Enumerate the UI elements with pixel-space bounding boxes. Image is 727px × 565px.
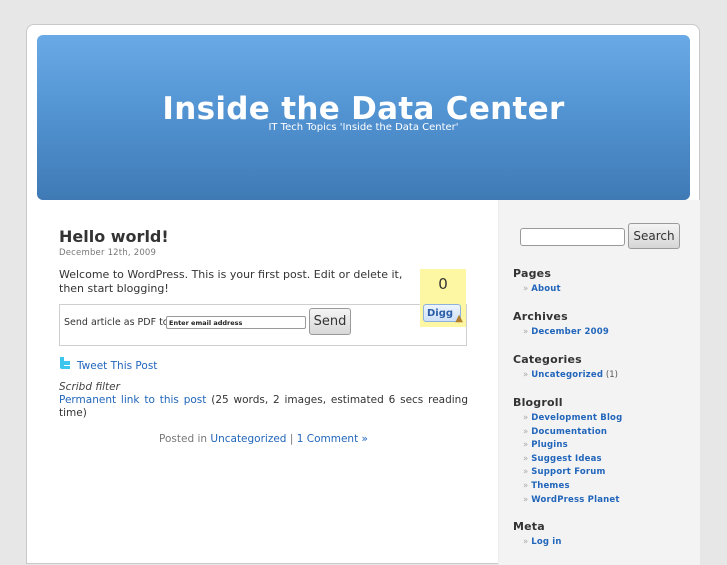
sidebar-link-uncategorized[interactable]: Uncategorized bbox=[531, 370, 603, 380]
sidebar-heading-archives: Archives bbox=[513, 310, 568, 323]
sidebar-item: » About bbox=[523, 283, 561, 297]
sidebar-list-archives: » December 2009 bbox=[523, 326, 609, 340]
bullet-icon: » bbox=[523, 370, 529, 380]
digg-shovel-icon: ▲ bbox=[455, 313, 463, 324]
category-link[interactable]: Uncategorized bbox=[210, 433, 286, 445]
search-button[interactable]: Search bbox=[628, 223, 680, 249]
sidebar-list-categories: » Uncategorized (1) bbox=[523, 369, 618, 383]
sidebar-item: » Suggest Ideas bbox=[523, 453, 622, 467]
sidebar-heading-blogroll: Blogroll bbox=[513, 396, 563, 409]
sidebar-item: » Log in bbox=[523, 536, 562, 550]
pdf-send-button[interactable]: Send bbox=[309, 308, 351, 335]
sidebar-item: » WordPress Planet bbox=[523, 494, 622, 508]
bullet-icon: » bbox=[523, 284, 529, 294]
sidebar-link-support-forum[interactable]: Support Forum bbox=[531, 467, 605, 477]
sidebar-link-plugins[interactable]: Plugins bbox=[531, 440, 568, 450]
sidebar-link-december-2009[interactable]: December 2009 bbox=[531, 327, 609, 337]
sidebar-heading-categories: Categories bbox=[513, 353, 582, 366]
sidebar-link-development-blog[interactable]: Development Blog bbox=[531, 413, 622, 423]
sidebar-item: » Support Forum bbox=[523, 466, 622, 480]
tweet-link[interactable]: Tweet This Post bbox=[77, 360, 157, 372]
sidebar-link-about[interactable]: About bbox=[531, 284, 561, 294]
sidebar-item: » Development Blog bbox=[523, 412, 622, 426]
post-meta: Posted in Uncategorized | 1 Comment » bbox=[59, 433, 468, 445]
sidebar-link-wordpress-planet[interactable]: WordPress Planet bbox=[531, 495, 619, 505]
bullet-icon: » bbox=[523, 537, 529, 547]
post-body: Welcome to WordPress. This is your first… bbox=[59, 268, 403, 295]
sidebar-heading-pages: Pages bbox=[513, 267, 552, 280]
post-title-link[interactable]: Hello world! bbox=[59, 227, 169, 246]
blog-header: Inside the Data Center IT Tech Topics 'I… bbox=[37, 35, 690, 200]
sidebar-list-blogroll: » Development Blog» Documentation» Plugins»… bbox=[523, 412, 622, 507]
digg-widget: 0 Digg ▲ bbox=[420, 269, 466, 327]
bullet-icon: » bbox=[523, 327, 529, 337]
post-date: December 12th, 2009 bbox=[59, 248, 157, 258]
digg-label: Digg bbox=[427, 308, 454, 319]
bullet-icon: » bbox=[523, 453, 529, 464]
bullet-icon: » bbox=[523, 467, 529, 478]
bullet-icon: » bbox=[523, 426, 529, 437]
permalink-line: Permanent link to this post (25 words, 2… bbox=[59, 394, 468, 420]
sidebar-link-documentation[interactable]: Documentation bbox=[531, 427, 607, 437]
digg-button[interactable]: Digg ▲ bbox=[423, 304, 463, 324]
twitter-icon bbox=[60, 357, 70, 369]
email-field[interactable] bbox=[166, 316, 306, 329]
posted-in-label: Posted in bbox=[159, 433, 208, 445]
sidebar-item-count: (1) bbox=[605, 370, 618, 380]
sidebar-item: » December 2009 bbox=[523, 326, 609, 340]
sidebar-item: » Documentation bbox=[523, 426, 622, 440]
bullet-icon: » bbox=[523, 413, 529, 423]
sidebar-link-log-in[interactable]: Log in bbox=[531, 537, 561, 547]
pdf-label: Send article as PDF to bbox=[64, 317, 169, 328]
permalink-link[interactable]: Permanent link to this post bbox=[59, 394, 206, 406]
sidebar-item: » Plugins bbox=[523, 439, 622, 453]
sidebar-heading-meta: Meta bbox=[513, 520, 545, 533]
sidebar-item: » Uncategorized (1) bbox=[523, 369, 618, 383]
search-input[interactable] bbox=[520, 228, 625, 246]
comments-link[interactable]: 1 Comment » bbox=[297, 433, 368, 445]
sidebar-list-meta: » Log in bbox=[523, 536, 562, 550]
sidebar-link-themes[interactable]: Themes bbox=[531, 481, 570, 491]
sidebar-link-suggest-ideas[interactable]: Suggest Ideas bbox=[531, 454, 602, 464]
bullet-icon: » bbox=[523, 440, 529, 451]
sidebar-list-pages: » About bbox=[523, 283, 561, 297]
digg-count: 0 bbox=[438, 275, 448, 293]
pdf-send-form: Send article as PDF to Send bbox=[59, 304, 467, 346]
scribd-filter-label: Scribd filter bbox=[59, 381, 120, 393]
bullet-icon: » bbox=[523, 494, 529, 505]
bullet-icon: » bbox=[523, 480, 529, 491]
meta-separator: | bbox=[289, 433, 294, 445]
sidebar-item: » Themes bbox=[523, 480, 622, 494]
blog-description: IT Tech Topics 'Inside the Data Center' bbox=[268, 122, 459, 133]
